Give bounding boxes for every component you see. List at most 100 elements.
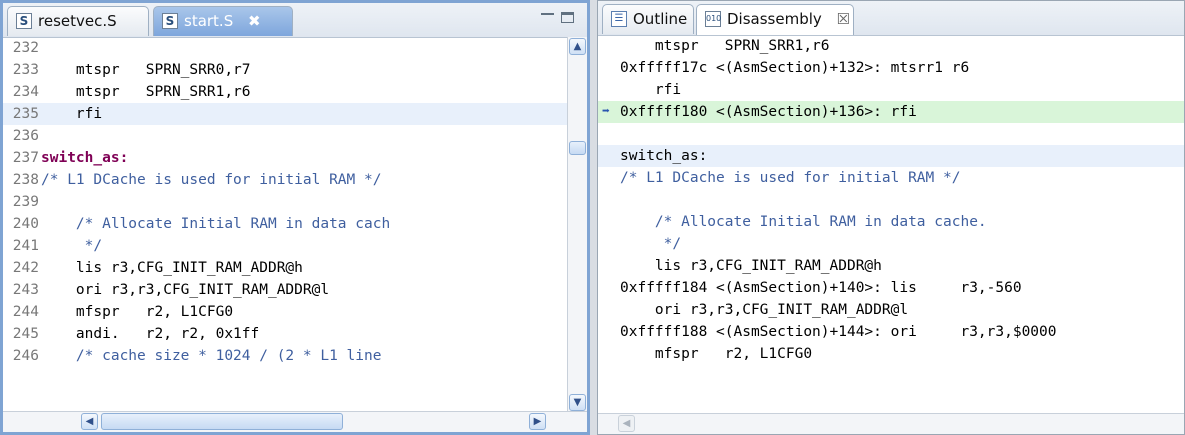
line-code: mfspr r2, L1CFG0 [41,304,234,320]
line-number: 246 [12,348,39,364]
tab-outline[interactable]: ☰ Outline [602,4,694,34]
disassembly-line[interactable]: mtspr SPRN_SRR1,r6 [598,35,1184,57]
line-code: mfspr r2, L1CFG0 [620,346,813,362]
disassembly-line[interactable]: 0xfffff17c <(AsmSection)+132>: mtsrr1 r6 [598,57,1184,79]
line-number: 234 [12,84,39,100]
line-code: 0xfffff188 <(AsmSection)+144>: ori r3,r3… [620,324,1057,340]
scroll-thumb[interactable] [101,413,343,430]
source-line[interactable]: 235 rfi [3,103,587,125]
line-number: 239 [12,194,39,210]
line-number: 232 [12,40,39,56]
line-code: lis r3,CFG_INIT_RAM_ADDR@h [41,260,303,276]
minimize-icon[interactable] [541,13,554,15]
tab-resetvec[interactable]: S resetvec.S [7,6,149,36]
line-number: 236 [12,128,39,144]
scroll-up-icon[interactable]: ▲ [569,38,586,55]
disassembly-icon: 010 [705,11,721,27]
outline-icon: ☰ [611,11,627,27]
scroll-thumb[interactable] [569,141,586,155]
disassembly-line[interactable]: /* L1 DCache is used for initial RAM */ [598,167,1184,189]
tab-label: start.S [184,12,234,30]
line-number: 244 [12,304,39,320]
disassembly-line[interactable] [598,189,1184,211]
close-tab-icon[interactable]: ✖ [248,12,261,30]
source-line[interactable]: 232 [3,37,587,59]
line-code: ori r3,r3,CFG_INIT_RAM_ADDR@l [620,302,909,318]
disassembly-line[interactable]: */ [598,233,1184,255]
source-line[interactable]: 240 /* Allocate Initial RAM in data cach [3,213,587,235]
tab-disassembly[interactable]: 010 Disassembly ☒ [696,4,854,35]
horizontal-scrollbar[interactable]: ◀ [598,413,1184,434]
line-code: 0xfffff184 <(AsmSection)+140>: lis r3,-5… [620,280,1022,296]
disassembly-line[interactable] [598,123,1184,145]
scroll-down-icon[interactable]: ▼ [569,394,586,411]
disassembly-line[interactable]: ori r3,r3,CFG_INIT_RAM_ADDR@l [598,299,1184,321]
line-number: 235 [12,106,39,122]
line-code: 0xfffff17c <(AsmSection)+132>: mtsrr1 r6 [620,60,970,76]
line-code: /* Allocate Initial RAM in data cache. [620,214,987,230]
line-code: */ [620,236,682,252]
disassembly-line[interactable]: rfi [598,79,1184,101]
asm-source-file-icon: S [162,13,178,29]
disassembly-line[interactable]: 0xfffff184 <(AsmSection)+140>: lis r3,-5… [598,277,1184,299]
source-line[interactable]: 242 lis r3,CFG_INIT_RAM_ADDR@h [3,257,587,279]
view-tab-bar: ☰ Outline 010 Disassembly ☒ [598,1,1184,36]
scroll-left-icon[interactable]: ◀ [81,413,98,430]
maximize-icon[interactable] [561,12,574,23]
disassembly-line[interactable]: lis r3,CFG_INIT_RAM_ADDR@h [598,255,1184,277]
line-code: /* cache size * 1024 / (2 * L1 line [41,348,382,364]
line-code: mtspr SPRN_SRR1,r6 [41,84,251,100]
editor-pane: S resetvec.S S start.S ✖ 232 233 mtspr SP… [0,0,590,435]
source-line[interactable]: 239 [3,191,587,213]
line-number: 240 [12,216,39,232]
disassembly-view[interactable]: mtspr SPRN_SRR1,r6 0xfffff17c <(AsmSectio… [598,35,1184,414]
source-line[interactable]: 243 ori r3,r3,CFG_INIT_RAM_ADDR@l [3,279,587,301]
line-number: 241 [12,238,39,254]
line-number: 245 [12,326,39,342]
horizontal-scrollbar[interactable]: ◀ ▶ [3,411,587,432]
scroll-right-icon[interactable]: ▶ [529,413,546,430]
close-tab-icon[interactable]: ☒ [837,10,850,28]
source-line[interactable]: 233 mtspr SPRN_SRR0,r7 [3,59,587,81]
line-code: /* Allocate Initial RAM in data cach [41,216,391,232]
source-line[interactable]: 236 [3,125,587,147]
line-number: 237 [12,150,39,166]
source-line[interactable]: 244 mfspr r2, L1CFG0 [3,301,587,323]
line-code: switch_as: [41,150,129,166]
line-code: rfi [41,106,103,122]
source-line[interactable]: 241 */ [3,235,587,257]
line-code: ori r3,r3,CFG_INIT_RAM_ADDR@l [41,282,330,298]
disassembly-line[interactable]: /* Allocate Initial RAM in data cache. [598,211,1184,233]
line-code: mtspr SPRN_SRR0,r7 [41,62,251,78]
tab-label: resetvec.S [38,12,117,30]
scroll-left-icon[interactable]: ◀ [618,415,635,432]
source-editor[interactable]: 232 233 mtspr SPRN_SRR0,r7 234 mtspr SPRN_… [3,37,587,412]
line-code: andi. r2, r2, 0x1ff [41,326,260,342]
line-number: 238 [12,172,39,188]
line-number: 242 [12,260,39,276]
tab-start[interactable]: S start.S ✖ [153,6,293,36]
program-counter-arrow-icon: ➡ [602,104,610,119]
source-line[interactable]: 245 andi. r2, r2, 0x1ff [3,323,587,345]
source-line[interactable]: 246 /* cache size * 1024 / (2 * L1 line [3,345,587,367]
line-code: mtspr SPRN_SRR1,r6 [620,38,830,54]
line-code: */ [41,238,103,254]
disassembly-line[interactable]: ➡ 0xfffff180 <(AsmSection)+136>: rfi [598,101,1184,123]
asm-source-file-icon: S [16,13,32,29]
line-code: /* L1 DCache is used for initial RAM */ [620,170,961,186]
line-code: 0xfffff180 <(AsmSection)+136>: rfi [620,104,917,120]
line-number: 233 [12,62,39,78]
vertical-scrollbar[interactable]: ▲ ▼ [567,37,587,412]
source-line[interactable]: 234 mtspr SPRN_SRR1,r6 [3,81,587,103]
source-line[interactable]: 238/* L1 DCache is used for initial RAM … [3,169,587,191]
disassembly-line[interactable]: switch_as: [598,145,1184,167]
disassembly-pane: ☰ Outline 010 Disassembly ☒ mtspr SPRN_S… [597,0,1185,435]
disassembly-line[interactable]: 0xfffff188 <(AsmSection)+144>: ori r3,r3… [598,321,1184,343]
line-code: lis r3,CFG_INIT_RAM_ADDR@h [620,258,882,274]
tab-label: Disassembly [727,10,822,28]
editor-tab-bar: S resetvec.S S start.S ✖ [3,3,587,38]
line-code: switch_as: [620,148,708,164]
disassembly-line[interactable]: mfspr r2, L1CFG0 [598,343,1184,365]
source-line[interactable]: 237 switch_as: [3,147,587,169]
line-number: 243 [12,282,39,298]
